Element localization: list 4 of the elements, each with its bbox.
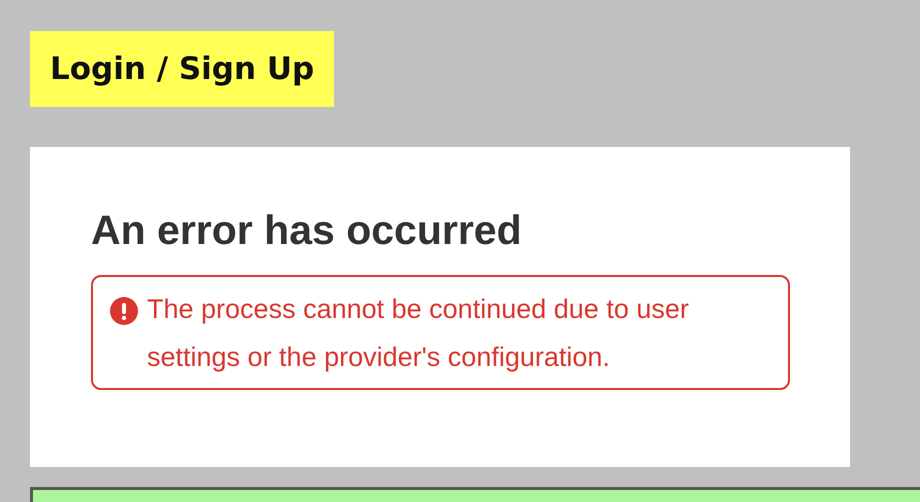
error-icon xyxy=(110,297,138,325)
error-heading: An error has occurred xyxy=(91,206,523,255)
page-title: Login / Sign Up xyxy=(30,31,334,107)
error-message: The process cannot be continued due to user settings or the provider's configuration. xyxy=(147,293,690,374)
